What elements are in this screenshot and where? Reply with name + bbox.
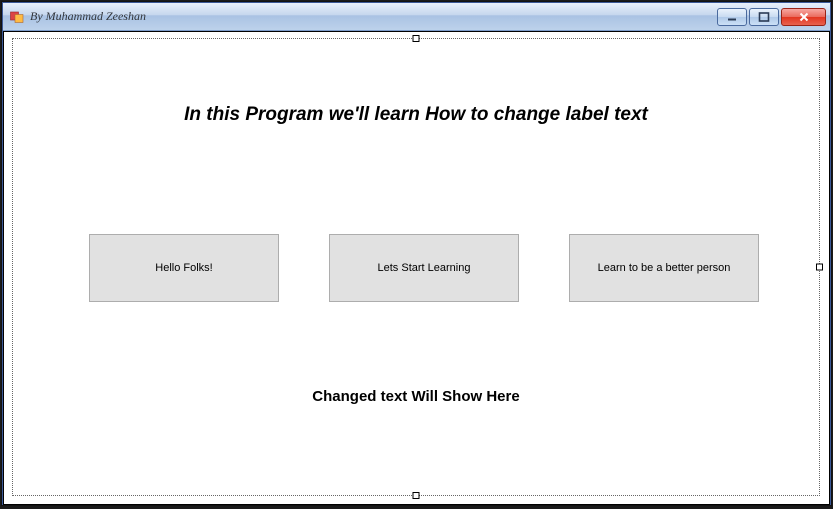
resize-handle-top[interactable] [413, 35, 420, 42]
resize-handle-bottom[interactable] [413, 492, 420, 499]
designer-selection-frame[interactable]: In this Program we'll learn How to chang… [12, 38, 820, 496]
window-controls [717, 8, 826, 26]
titlebar[interactable]: By Muhammad Zeeshan [3, 3, 830, 31]
app-window: By Muhammad Zeeshan In this Program we'l… [2, 2, 831, 505]
app-icon [9, 9, 25, 25]
result-label: Changed text Will Show Here [13, 388, 819, 405]
better-person-button[interactable]: Learn to be a better person [569, 234, 759, 302]
start-learning-button[interactable]: Lets Start Learning [329, 234, 519, 302]
hello-button[interactable]: Hello Folks! [89, 234, 279, 302]
form-surface: In this Program we'll learn How to chang… [3, 31, 830, 505]
button-row: Hello Folks! Lets Start Learning Learn t… [89, 234, 759, 302]
minimize-button[interactable] [717, 8, 747, 26]
heading-label: In this Program we'll learn How to chang… [13, 104, 819, 126]
maximize-button[interactable] [749, 8, 779, 26]
resize-handle-right[interactable] [816, 264, 823, 271]
window-title: By Muhammad Zeeshan [30, 9, 717, 24]
close-button[interactable] [781, 8, 826, 26]
